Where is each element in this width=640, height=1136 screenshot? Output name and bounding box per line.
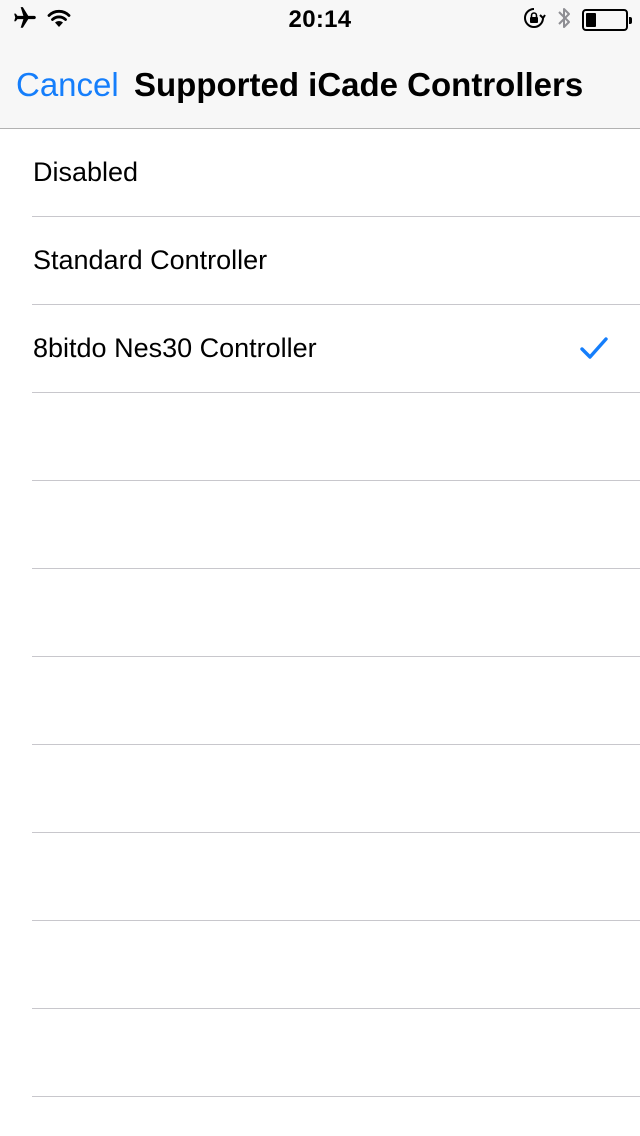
- list-item-label: Disabled: [33, 157, 139, 187]
- empty-list-row: [0, 481, 640, 569]
- list-item-8bitdo-nes30-controller[interactable]: 8bitdo Nes30 Controller: [0, 305, 640, 393]
- checkmark-icon: [580, 336, 608, 362]
- cancel-button[interactable]: Cancel: [16, 66, 119, 104]
- battery-icon: [582, 9, 632, 31]
- navigation-bar: Cancel Supported iCade Controllers: [0, 40, 640, 128]
- empty-list-row: [0, 1009, 640, 1097]
- bluetooth-icon: [556, 5, 572, 36]
- empty-list-row: [0, 921, 640, 1009]
- list-item-label: 8bitdo Nes30 Controller: [33, 333, 317, 363]
- status-right: [522, 5, 632, 36]
- battery-level-fill: [586, 13, 596, 27]
- empty-list-row: [0, 745, 640, 833]
- header: 20:14 Cancel Supported iCade Controllers: [0, 0, 640, 129]
- battery-nub: [629, 17, 632, 24]
- screen: 20:14 Cancel Supported iCade Controllers…: [0, 0, 640, 1136]
- status-bar: 20:14: [0, 0, 640, 40]
- empty-list-row: [0, 833, 640, 921]
- list-item-disabled[interactable]: Disabled: [0, 129, 640, 217]
- orientation-lock-icon: [522, 6, 546, 35]
- empty-list-row: [0, 393, 640, 481]
- controller-list: Disabled Standard Controller 8bitdo Nes3…: [0, 129, 640, 1097]
- list-item-label: Standard Controller: [33, 245, 268, 275]
- list-item-standard-controller[interactable]: Standard Controller: [0, 217, 640, 305]
- empty-list-row: [0, 657, 640, 745]
- empty-list-row: [0, 569, 640, 657]
- page-title: Supported iCade Controllers: [134, 66, 584, 103]
